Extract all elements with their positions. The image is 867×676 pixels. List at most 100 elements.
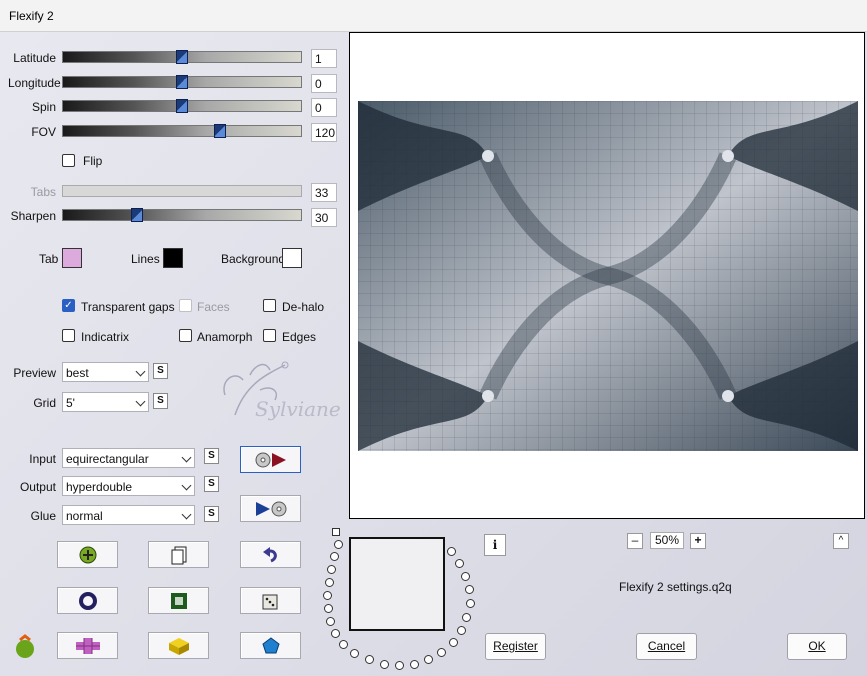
output-s-button[interactable]: S	[204, 476, 219, 492]
longitude-thumb[interactable]	[176, 75, 188, 89]
register-button[interactable]: Register	[485, 633, 546, 660]
cross-icon	[74, 636, 102, 656]
cancel-button-label: Cancel	[647, 639, 686, 653]
randomize-button[interactable]	[57, 541, 118, 568]
tabs-label: Tabs	[30, 185, 56, 199]
chevron-down-icon	[181, 509, 192, 520]
ring-handle[interactable]	[332, 528, 340, 536]
output-label: Output	[19, 480, 56, 494]
glue-select-value: normal	[66, 509, 103, 523]
info-button[interactable]: i	[484, 534, 506, 556]
input-s-button[interactable]: S	[204, 448, 219, 464]
zoom-out-button[interactable]: –	[627, 533, 643, 549]
gem-icon	[261, 636, 281, 656]
preview-select-value: best	[66, 366, 89, 380]
watermark-text: Sylviane	[255, 397, 341, 421]
input-play-icon	[253, 451, 289, 469]
ok-button[interactable]: OK	[787, 633, 847, 660]
latitude-slider[interactable]	[62, 50, 302, 64]
ring-button[interactable]	[57, 587, 118, 614]
preview-label: Preview	[13, 366, 56, 380]
preview-select[interactable]: best	[62, 362, 149, 382]
grid-select[interactable]: 5'	[62, 392, 149, 412]
cancel-button[interactable]: Cancel	[636, 633, 697, 660]
anamorph-checkbox[interactable]	[179, 329, 192, 342]
lines-color-swatch[interactable]	[163, 248, 183, 268]
settings-filename: Flexify 2 settings.q2q	[619, 580, 732, 594]
background-color-swatch[interactable]	[282, 248, 302, 268]
zoom-in-button[interactable]: +	[690, 533, 706, 549]
sharpen-thumb[interactable]	[130, 208, 143, 222]
sharpen-slider[interactable]	[62, 208, 302, 222]
latitude-thumb[interactable]	[176, 50, 188, 64]
tabs-value[interactable]: 33	[311, 183, 337, 202]
fov-label: FOV	[31, 125, 56, 139]
input-label: Input	[29, 452, 56, 466]
grid-select-value: 5'	[66, 396, 75, 410]
glue-s-button[interactable]: S	[204, 506, 219, 522]
app-logo	[12, 634, 38, 663]
fov-slider[interactable]	[62, 124, 302, 138]
copy-button[interactable]	[148, 541, 209, 568]
register-button-label: Register	[493, 639, 538, 653]
faces-label: Faces	[197, 300, 230, 314]
spin-value[interactable]: 0	[311, 98, 337, 117]
dice-button[interactable]	[240, 587, 301, 614]
logo-icon	[16, 634, 34, 658]
zoom-level: 50%	[650, 532, 684, 549]
lines-color-label: Lines	[131, 252, 160, 266]
gem-button[interactable]	[240, 632, 301, 659]
output-select[interactable]: hyperdouble	[62, 476, 195, 496]
frame-button[interactable]	[148, 587, 209, 614]
cross-button[interactable]	[57, 632, 118, 659]
collapse-button[interactable]: ^	[833, 533, 849, 549]
floral-ornament-icon	[223, 361, 289, 416]
copy-icon	[170, 545, 188, 565]
ring-icon	[78, 591, 98, 611]
anamorph-label: Anamorph	[197, 330, 253, 344]
cube-button[interactable]	[148, 632, 209, 659]
output-play-button[interactable]	[240, 495, 301, 522]
input-select-value: equirectangular	[66, 452, 149, 466]
fov-thumb[interactable]	[214, 124, 227, 138]
flexify-preview-image	[358, 101, 858, 451]
dice-icon	[261, 591, 281, 611]
sharpen-value[interactable]: 30	[311, 208, 337, 227]
glue-label: Glue	[30, 509, 56, 523]
title-bar: Flexify 2	[0, 0, 867, 32]
input-select[interactable]: equirectangular	[62, 448, 195, 468]
glue-select[interactable]: normal	[62, 505, 195, 525]
grid-s-button[interactable]: S	[153, 393, 168, 409]
transparent-gaps-label: Transparent gaps	[81, 300, 175, 314]
fov-value[interactable]: 120	[311, 123, 337, 142]
transparent-gaps-checkbox[interactable]: ✓	[62, 299, 75, 312]
preview-s-button[interactable]: S	[153, 363, 168, 379]
latitude-label: Latitude	[13, 51, 56, 65]
tab-color-label: Tab	[39, 252, 59, 266]
edges-checkbox[interactable]	[263, 329, 276, 342]
de-halo-checkbox[interactable]	[263, 299, 276, 312]
longitude-value[interactable]: 0	[311, 74, 337, 93]
latitude-value[interactable]: 1	[311, 49, 337, 68]
output-play-icon	[253, 500, 289, 518]
faces-checkbox	[179, 299, 192, 312]
sharpen-label: Sharpen	[10, 209, 56, 223]
indicatrix-label: Indicatrix	[81, 330, 130, 344]
indicatrix-checkbox[interactable]	[62, 329, 75, 342]
spin-thumb[interactable]	[176, 99, 188, 113]
tabs-slider	[62, 185, 302, 197]
de-halo-label: De-halo	[282, 300, 325, 314]
window-title: Flexify 2	[9, 9, 54, 23]
grid-label: Grid	[33, 396, 56, 410]
input-play-button[interactable]	[240, 446, 301, 473]
flip-checkbox[interactable]	[62, 154, 75, 167]
main-preview[interactable]	[349, 32, 865, 519]
frame-icon	[169, 591, 189, 611]
longitude-slider[interactable]	[62, 75, 302, 89]
tab-color-swatch[interactable]	[62, 248, 82, 268]
cube-icon	[167, 636, 191, 656]
undo-icon	[261, 546, 281, 564]
spin-slider[interactable]	[62, 99, 302, 113]
chevron-down-icon	[135, 396, 146, 407]
undo-button[interactable]	[240, 541, 301, 568]
